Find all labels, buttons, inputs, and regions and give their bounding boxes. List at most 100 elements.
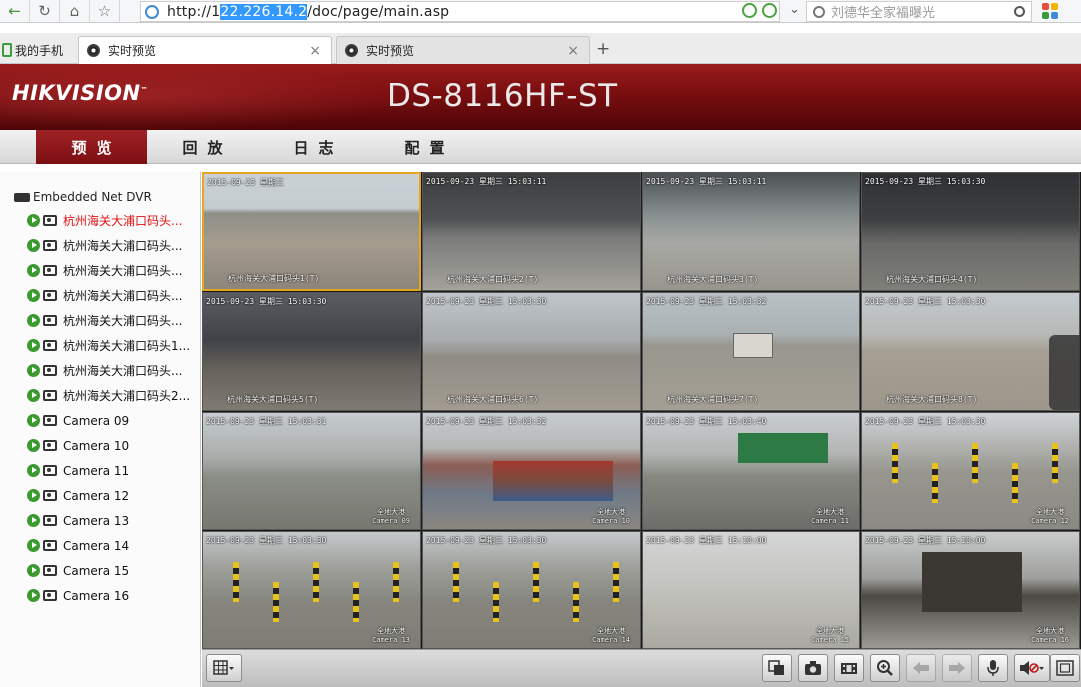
play-icon[interactable]: [27, 389, 40, 402]
zoom-button[interactable]: [870, 654, 900, 682]
video-tile[interactable]: 2015-09-23 星期三 杭州海关大浦口码头1(T): [202, 172, 421, 291]
play-icon[interactable]: [27, 289, 40, 302]
video-tile[interactable]: 2015-09-23 星期三 15:03:30 杭州海关大浦口码头5(T): [202, 292, 421, 411]
tab-close-icon[interactable]: ×: [567, 43, 579, 59]
fullscreen-button[interactable]: [1050, 654, 1080, 682]
tree-camera-item[interactable]: 杭州海关大浦口码头...: [27, 358, 199, 383]
next-page-button[interactable]: [942, 654, 972, 682]
play-icon[interactable]: [27, 464, 40, 477]
play-icon[interactable]: [27, 264, 40, 277]
menu-playback[interactable]: 回放: [147, 130, 258, 164]
bollard: [932, 463, 938, 503]
menu-log[interactable]: 日志: [258, 130, 369, 164]
video-tile[interactable]: 2015-09-23 星期三 15:03:30 杭州海关大浦口码头4(T): [861, 172, 1080, 291]
reload-button[interactable]: ↻: [30, 0, 60, 23]
tree-camera-item[interactable]: 杭州海关大浦口码头2...: [27, 383, 199, 408]
play-icon[interactable]: [27, 514, 40, 527]
menu-preview[interactable]: 预览: [36, 130, 147, 164]
play-icon[interactable]: [27, 589, 40, 602]
side-panel-handle[interactable]: [1049, 335, 1080, 410]
play-icon[interactable]: [27, 364, 40, 377]
camera-name: Camera 10: [63, 438, 130, 453]
play-icon[interactable]: [27, 314, 40, 327]
url-suffix: /doc/page/main.asp: [307, 3, 450, 20]
tree-camera-item[interactable]: Camera 14: [27, 533, 199, 558]
guard-booth: [733, 333, 773, 358]
osd-timestamp: 2015-09-23 星期三: [207, 178, 284, 187]
url-dropdown-icon[interactable]: ⌄: [789, 2, 800, 17]
camera-name: Camera 11: [63, 463, 130, 478]
talk-button[interactable]: [978, 654, 1008, 682]
tab-live-preview-active[interactable]: 实时预览 ×: [78, 36, 332, 64]
phone-icon: [2, 43, 12, 57]
video-tile[interactable]: 2015-09-23 星期三 15:03:32 杭州海关大浦口码头7(T): [642, 292, 860, 411]
osd-channel-name: 杭州海关大浦口码头3(T): [667, 275, 759, 284]
tree-camera-item[interactable]: 杭州海关大浦口码头...: [27, 283, 199, 308]
tree-camera-item[interactable]: 杭州海关大浦口码头...: [27, 208, 199, 233]
bookmark-button[interactable]: ☆: [90, 0, 120, 23]
tab-close-icon[interactable]: ×: [309, 43, 321, 59]
camera-icon: [43, 215, 57, 226]
tree-camera-item[interactable]: Camera 16: [27, 583, 199, 608]
audio-button[interactable]: [1014, 654, 1050, 682]
bollard: [613, 562, 619, 602]
play-icon[interactable]: [27, 564, 40, 577]
camera-icon: [43, 240, 57, 251]
video-tile[interactable]: 2015-09-23 星期三 15:03:30 杭州海关大浦口码头8(T): [861, 292, 1080, 411]
tree-camera-item[interactable]: Camera 11: [27, 458, 199, 483]
play-icon[interactable]: [27, 489, 40, 502]
bollard: [892, 443, 898, 483]
play-icon[interactable]: [27, 439, 40, 452]
video-tile[interactable]: 2015-09-23 星期三 15:03:32 全地大港 Camera 10: [422, 412, 641, 530]
back-button[interactable]: ←: [0, 0, 30, 23]
new-tab-button[interactable]: +: [596, 39, 610, 59]
video-tile[interactable]: 2015-09-23 星期三 15:03:30 杭州海关大浦口码头6(T): [422, 292, 641, 411]
device-model: DS-8116HF-ST: [387, 78, 618, 114]
tree-camera-item[interactable]: 杭州海关大浦口码头...: [27, 233, 199, 258]
camera-icon: [43, 390, 57, 401]
tree-camera-item[interactable]: Camera 10: [27, 433, 199, 458]
tab-my-phone[interactable]: 我的手机: [0, 36, 72, 64]
home-button[interactable]: ⌂: [60, 0, 90, 23]
video-tile[interactable]: 2015-09-23 星期三 15:10:00 全地大港 Camera 16: [861, 531, 1080, 649]
video-tile[interactable]: 2015-09-23 星期三 15:03:30 全地大港 Camera 13: [202, 531, 421, 649]
stop-all-button[interactable]: [762, 654, 792, 682]
capture-button[interactable]: [798, 654, 828, 682]
search-input[interactable]: 刘德华全家福曝光: [806, 1, 1032, 22]
play-icon[interactable]: [27, 414, 40, 427]
camera-capture-icon: [805, 661, 821, 675]
video-tile[interactable]: 2015-09-23 星期三 15:03:30 全地大港 Camera 12: [861, 412, 1080, 530]
tab-live-preview[interactable]: 实时预览 ×: [336, 36, 590, 64]
video-tile[interactable]: 2015-09-23 星期三 15:03:11 杭州海关大浦口码头3(T): [642, 172, 860, 291]
play-icon[interactable]: [27, 239, 40, 252]
container-stack: [493, 461, 613, 501]
url-input[interactable]: http://122.226.14.2/doc/page/main.asp: [140, 1, 780, 22]
search-icon[interactable]: [1014, 6, 1025, 17]
osd-camera-label: 全地大港 Camera 14: [592, 627, 630, 644]
tree-camera-item[interactable]: Camera 12: [27, 483, 199, 508]
apps-icon[interactable]: [1042, 3, 1058, 19]
play-icon[interactable]: [27, 339, 40, 352]
play-icon[interactable]: [27, 539, 40, 552]
video-tile[interactable]: 2015-09-23 星期三 15:03:40 全地大港 Camera 11: [642, 412, 860, 530]
video-tile[interactable]: 2015-09-23 星期三 15:10:00 全地大港 Camera 15: [642, 531, 860, 649]
tree-camera-item[interactable]: 杭州海关大浦口码头...: [27, 308, 199, 333]
record-button[interactable]: [834, 654, 864, 682]
video-tile[interactable]: 2015-09-23 星期三 15:03:11 杭州海关大浦口码头2(T): [422, 172, 641, 291]
video-tile[interactable]: 2015-09-23 星期三 15:03:31 全地大港 Camera 09: [202, 412, 421, 530]
video-tile[interactable]: 2015-09-23 星期三 15:03:30 全地大港 Camera 14: [422, 531, 641, 649]
tree-camera-item[interactable]: 杭州海关大浦口码头1...: [27, 333, 199, 358]
tree-camera-item[interactable]: Camera 13: [27, 508, 199, 533]
camera-icon: [43, 515, 57, 526]
compat-mode-icon[interactable]: [742, 3, 757, 18]
tree-camera-item[interactable]: Camera 15: [27, 558, 199, 583]
prev-page-button[interactable]: [906, 654, 936, 682]
play-icon[interactable]: [27, 214, 40, 227]
tree-camera-item[interactable]: Camera 09: [27, 408, 199, 433]
fullscreen-icon: [1056, 660, 1074, 676]
tree-root-dvr[interactable]: Embedded Net DVR: [14, 190, 152, 204]
menu-config[interactable]: 配置: [369, 130, 480, 164]
tree-camera-item[interactable]: 杭州海关大浦口码头...: [27, 258, 199, 283]
layout-button[interactable]: [206, 654, 242, 682]
speed-mode-icon[interactable]: [762, 3, 777, 18]
